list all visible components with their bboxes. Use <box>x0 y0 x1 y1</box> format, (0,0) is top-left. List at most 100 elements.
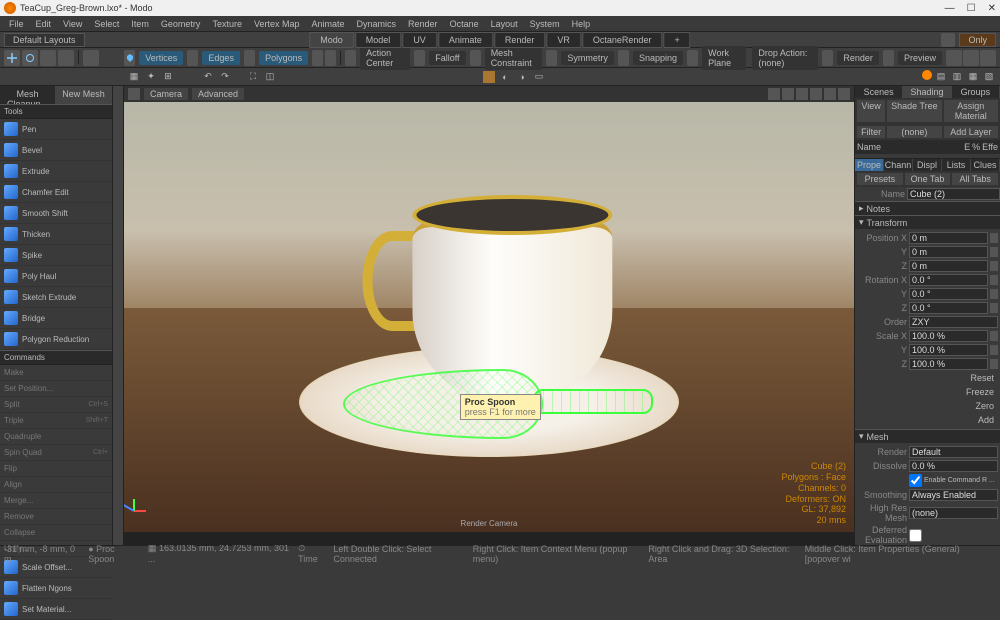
symmetry-button[interactable]: Symmetry <box>561 51 614 65</box>
all-tabs-button[interactable]: All Tabs <box>952 173 998 185</box>
panel-icon-2[interactable]: ▥ <box>950 70 964 84</box>
menu-edit[interactable]: Edit <box>31 19 57 29</box>
notes-section[interactable]: ▸ Notes <box>855 201 1000 215</box>
axis-gizmo[interactable] <box>134 498 158 522</box>
item-mode-icon[interactable] <box>312 50 323 66</box>
menu-system[interactable]: System <box>525 19 565 29</box>
new-mesh-button[interactable]: New Mesh <box>56 86 112 104</box>
mode-tab-uv[interactable]: UV <box>402 32 437 48</box>
mode-tab-modo[interactable]: Modo <box>309 32 354 48</box>
polygons-mode-button[interactable]: Polygons <box>259 51 308 65</box>
stepper-icon[interactable] <box>990 233 998 243</box>
mode-tab-vr[interactable]: VR <box>546 32 581 48</box>
props-tab-display[interactable]: Displ <box>913 159 942 171</box>
order-input[interactable] <box>909 316 998 328</box>
hires-input[interactable] <box>909 507 998 519</box>
one-tab-button[interactable]: One Tab <box>905 173 951 185</box>
scale-z-input[interactable] <box>909 358 988 370</box>
viewport-option-icon-c[interactable] <box>796 88 808 100</box>
tool-chamfer[interactable]: Chamfer Edit <box>0 182 112 203</box>
tool-bridge[interactable]: Bridge <box>0 308 112 329</box>
render-button[interactable]: Render <box>837 51 879 65</box>
undo-icon[interactable]: ↶ <box>201 70 215 84</box>
scale-tool-icon[interactable] <box>40 50 56 66</box>
tool-bevel[interactable]: Bevel <box>0 140 112 161</box>
axis-icon[interactable]: ✦ <box>144 70 158 84</box>
viewport-option-icon[interactable]: ◐ <box>498 70 512 84</box>
cmd-flatten-ngons[interactable]: Flatten Ngons <box>0 578 112 599</box>
mesh-constraint-icon[interactable] <box>470 50 481 66</box>
record-icon[interactable] <box>922 70 932 80</box>
transform-section[interactable]: ▾ Transform <box>855 215 1000 229</box>
mode-tab-render[interactable]: Render <box>494 32 546 48</box>
ui-toggle-icon[interactable] <box>941 33 955 47</box>
rot-z-input[interactable] <box>909 302 988 314</box>
edges-mode-button[interactable]: Edges <box>202 51 240 65</box>
3d-viewport[interactable]: Proc Spoon press F1 for more Render Came… <box>124 102 854 532</box>
edge-mode-icon[interactable] <box>187 50 198 66</box>
menu-layout[interactable]: Layout <box>486 19 523 29</box>
mesh-section[interactable]: ▾ Mesh <box>855 429 1000 443</box>
palette-icon-2[interactable] <box>963 50 979 66</box>
tool-polygon-reduction[interactable]: Polygon Reduction <box>0 329 112 350</box>
tool-pen[interactable]: Pen <box>0 119 112 140</box>
material-mode-icon[interactable] <box>325 50 336 66</box>
mode-tab-octane[interactable]: OctaneRender <box>582 32 663 48</box>
mode-tab-model[interactable]: Model <box>355 32 402 48</box>
view-dropdown[interactable]: View <box>857 100 885 122</box>
pos-z-input[interactable] <box>909 260 988 272</box>
frame-all-icon[interactable]: ⛶ <box>246 70 260 84</box>
viewport-option-icon-b[interactable] <box>782 88 794 100</box>
menu-render[interactable]: Render <box>403 19 443 29</box>
zero-button[interactable]: Zero <box>971 400 998 412</box>
presets-button[interactable]: Presets <box>857 173 903 185</box>
reset-button[interactable]: Reset <box>966 372 998 384</box>
preview-icon[interactable] <box>883 50 894 66</box>
cmd-flip[interactable]: Flip <box>0 461 112 477</box>
menu-octane[interactable]: Octane <box>445 19 484 29</box>
viewport-tab-advanced[interactable]: Advanced <box>192 88 244 100</box>
pos-x-input[interactable] <box>909 232 988 244</box>
rot-y-input[interactable] <box>909 288 988 300</box>
falloff-icon[interactable] <box>414 50 425 66</box>
cmd-set-position[interactable]: Set Position... <box>0 381 112 397</box>
mesh-cleanup-button[interactable]: Mesh Cleanup... <box>0 86 56 104</box>
tab-shading[interactable]: Shading <box>903 86 951 98</box>
select-tool-icon[interactable] <box>83 50 99 66</box>
action-center-button[interactable]: Action Center <box>360 46 410 70</box>
snap-grid-icon[interactable]: ⊞ <box>161 70 175 84</box>
scale-y-input[interactable] <box>909 344 988 356</box>
menu-item[interactable]: Item <box>126 19 154 29</box>
palette-icon[interactable] <box>946 50 962 66</box>
mesh-dissolve-input[interactable] <box>909 460 998 472</box>
tool-spike[interactable]: Spike <box>0 245 112 266</box>
panel-icon-1[interactable]: ▤ <box>934 70 948 84</box>
mesh-constraint-button[interactable]: Mesh Constraint <box>485 46 543 70</box>
viewport-option-icon-d[interactable] <box>810 88 822 100</box>
viewport-option-icon-e[interactable] <box>824 88 836 100</box>
add-button[interactable]: Add <box>974 414 998 426</box>
panel-icon-3[interactable]: ▦ <box>966 70 980 84</box>
move-tool-icon[interactable] <box>4 50 20 66</box>
tool-sketch-extrude[interactable]: Sketch Extrude <box>0 287 112 308</box>
tool-smooth-shift[interactable]: Smooth Shift <box>0 203 112 224</box>
assign-material-button[interactable]: Assign Material <box>944 100 998 122</box>
cmd-spin-quad[interactable]: Spin QuadCtrl+ <box>0 445 112 461</box>
snapping-button[interactable]: Snapping <box>633 51 683 65</box>
falloff-button[interactable]: Falloff <box>429 51 465 65</box>
smoothing-input[interactable] <box>909 489 998 501</box>
cmd-split[interactable]: SplitCtrl+S <box>0 397 112 413</box>
deferred-eval-checkbox[interactable] <box>909 529 922 542</box>
frame-sel-icon[interactable]: ◫ <box>263 70 277 84</box>
viewport-maximize-icon[interactable] <box>838 88 850 100</box>
viewport-option-icon-2[interactable]: ◑ <box>515 70 529 84</box>
menu-geometry[interactable]: Geometry <box>156 19 206 29</box>
panel-icon-4[interactable]: ▧ <box>982 70 996 84</box>
name-input[interactable] <box>907 188 1000 200</box>
toggle-icon[interactable] <box>483 71 495 83</box>
vertices-mode-button[interactable]: Vertices <box>139 51 183 65</box>
preview-button[interactable]: Preview <box>898 51 942 65</box>
tab-groups[interactable]: Groups <box>952 86 1000 98</box>
vertical-tabs-left[interactable] <box>113 86 124 545</box>
action-center-icon[interactable] <box>345 50 356 66</box>
